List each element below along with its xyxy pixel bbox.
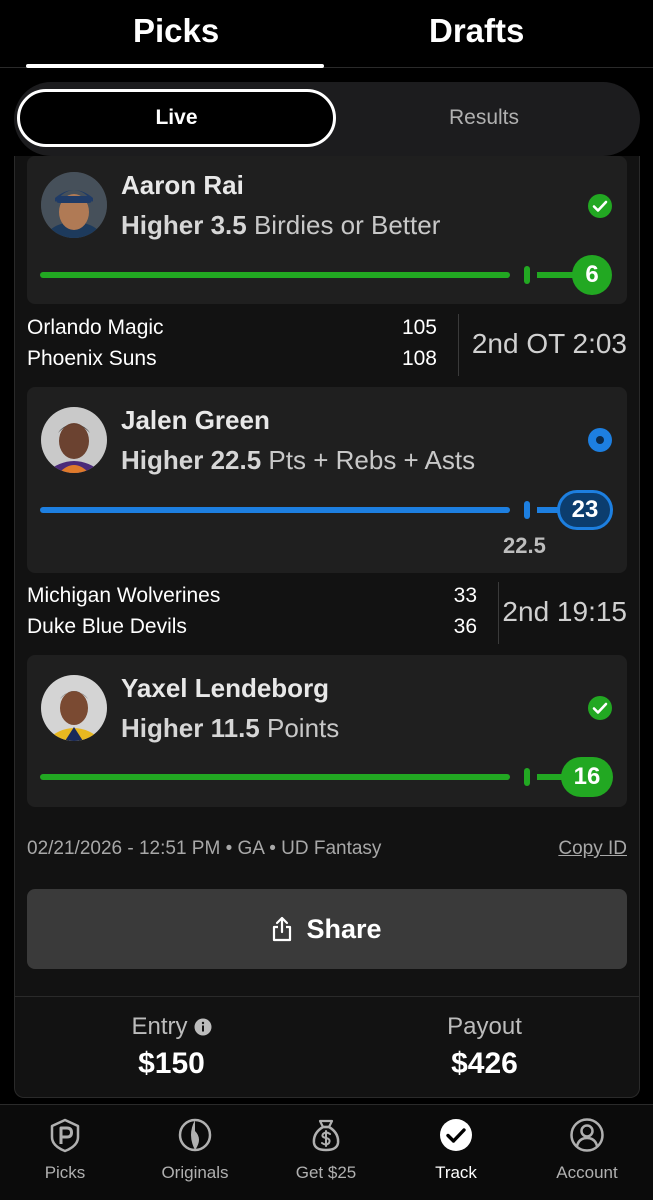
entry-label: Entry [131, 1013, 188, 1040]
target-line-label: 22.5 [503, 533, 546, 558]
progress-bar [40, 774, 510, 780]
pick-line: Higher 11.5 Points [121, 713, 339, 744]
current-value-badge: 6 [572, 255, 612, 295]
share-icon [273, 916, 292, 942]
target-tick [524, 266, 530, 284]
pick-line-value: 11.5 [210, 713, 260, 743]
pick-direction: Higher [121, 713, 204, 743]
team-score: 36 [453, 615, 477, 638]
game-clock: 2nd 19:15 [502, 596, 627, 627]
entry-meta: 02/21/2026 - 12:51 PM • GA • UD Fantasy [27, 838, 382, 859]
team-score: 33 [453, 584, 477, 607]
pick-direction: Higher [121, 210, 204, 240]
nav-get-25[interactable]: Get $25 [261, 1105, 391, 1200]
player-avatar [41, 172, 107, 238]
tab-drafts[interactable]: Drafts [429, 12, 524, 50]
payout-amount: $426 [451, 1047, 518, 1080]
share-button[interactable]: Share [27, 889, 627, 969]
segment-live[interactable]: Live [17, 89, 336, 147]
nav-label: Originals [161, 1163, 229, 1182]
pick-stat: Birdies or Better [253, 210, 441, 240]
player-name: Aaron Rai [121, 170, 244, 200]
player-name: Yaxel Lendeborg [121, 673, 330, 703]
nav-account[interactable]: Account [522, 1105, 652, 1200]
pick-line: Higher 3.5 Birdies or Better [121, 210, 440, 241]
player-name: Jalen Green [121, 405, 270, 435]
live-indicator-icon [588, 428, 612, 452]
nav-label: Get $25 [295, 1163, 357, 1182]
entry-card: Aaron Rai Higher 3.5 Birdies or Better 6… [14, 156, 640, 1098]
divider [458, 314, 459, 376]
nav-originals[interactable]: Originals [130, 1105, 260, 1200]
check-icon [588, 194, 612, 218]
team-name: Duke Blue Devils [27, 615, 187, 638]
pick-direction: Higher [121, 445, 204, 475]
entry-column: Entry $150 [15, 1013, 328, 1081]
pick-stat: Points [266, 713, 340, 743]
originals-icon [178, 1118, 212, 1152]
target-tick [524, 768, 530, 786]
divider [498, 582, 499, 644]
nav-label: Picks [44, 1163, 86, 1182]
pick-stat: Pts + Rebs + Asts [268, 445, 476, 475]
player-avatar [41, 407, 107, 473]
entry-label-row: Entry [131, 1013, 211, 1041]
team-name: Orlando Magic [27, 316, 164, 339]
payout-column: Payout $426 [328, 1013, 639, 1081]
game-clock: 2nd OT 2:03 [471, 328, 627, 359]
team-score: 105 [401, 316, 437, 339]
team-score: 108 [401, 347, 437, 370]
progress-bar [40, 507, 510, 513]
segment-results[interactable]: Results [334, 89, 634, 147]
target-tick [524, 501, 530, 519]
bottom-nav: Picks Originals Get $25 Track Account [0, 1104, 653, 1200]
tab-picks[interactable]: Picks [133, 12, 219, 50]
game-score-row: Michigan Wolverines 33 Duke Blue Devils … [27, 582, 627, 644]
copy-id-link[interactable]: Copy ID [558, 838, 627, 860]
nav-track[interactable]: Track [391, 1105, 521, 1200]
picks-icon [50, 1118, 80, 1153]
nav-label: Account [556, 1163, 618, 1182]
entry-totals: Entry $150 Payout $426 [15, 996, 639, 1097]
pick-card[interactable]: Aaron Rai Higher 3.5 Birdies or Better 6 [27, 156, 627, 304]
progress-bar [40, 272, 510, 278]
team-name: Phoenix Suns [27, 347, 157, 370]
current-value-badge: 23 [557, 490, 613, 530]
pick-line-value: 3.5 [210, 210, 247, 240]
player-avatar [41, 675, 107, 741]
team-name: Michigan Wolverines [27, 584, 221, 607]
pick-line: Higher 22.5 Pts + Rebs + Asts [121, 445, 475, 476]
game-score-row: Orlando Magic 105 Phoenix Suns 108 2nd O… [27, 314, 627, 376]
current-value-badge: 16 [561, 757, 613, 797]
nav-picks[interactable]: Picks [0, 1105, 130, 1200]
pick-line-value: 22.5 [210, 445, 262, 475]
info-icon[interactable] [194, 1018, 212, 1036]
active-tab-indicator [26, 64, 324, 68]
pick-card[interactable]: Yaxel Lendeborg Higher 11.5 Points 16 [27, 655, 627, 807]
payout-label: Payout [447, 1013, 522, 1040]
top-tabs: Picks Drafts [0, 0, 653, 68]
account-icon [570, 1118, 604, 1152]
check-icon [588, 696, 612, 720]
nav-label: Track [435, 1163, 477, 1182]
share-label: Share [306, 913, 382, 944]
check-circle-icon [440, 1119, 472, 1151]
live-results-toggle: Live Results [14, 82, 640, 156]
money-bag-icon [312, 1119, 340, 1152]
entry-amount: $150 [138, 1047, 205, 1080]
pick-card[interactable]: Jalen Green Higher 22.5 Pts + Rebs + Ast… [27, 387, 627, 573]
